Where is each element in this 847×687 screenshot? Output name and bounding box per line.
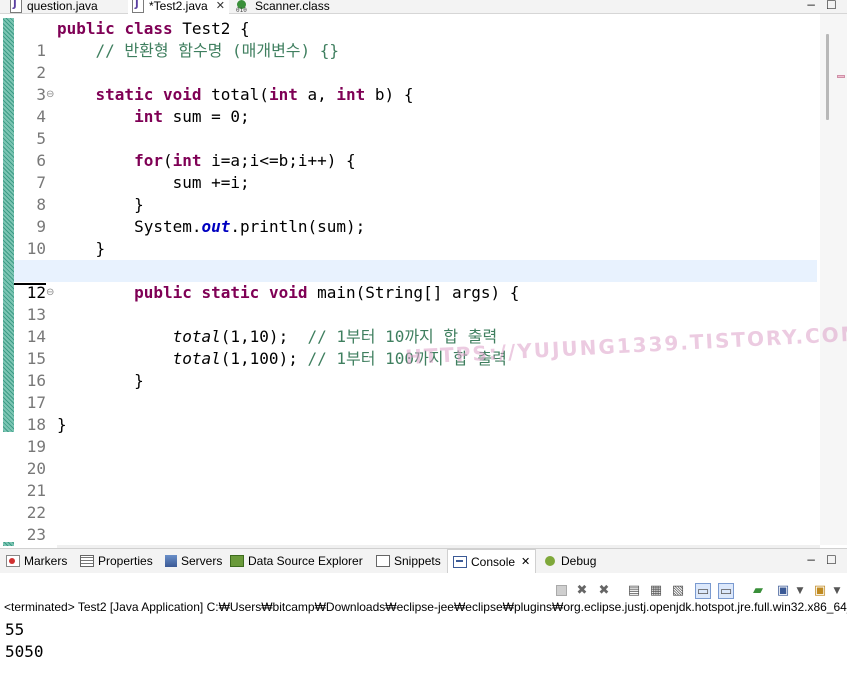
code-line: 5 int sum = 0; [36,107,250,148]
tab-label: question.java [27,0,98,13]
tab-debug[interactable]: Debug [543,549,596,573]
output-line: 5050 [5,642,44,661]
close-icon[interactable]: ✕ [216,0,225,12]
scroll-lock-icon[interactable]: ▦ [648,583,664,599]
java-file-icon [10,0,22,13]
open-console-icon[interactable]: ▣ [812,583,828,599]
output-line: 55 [5,620,25,639]
code-line: 11 } [27,239,106,280]
tab-scanner-class[interactable]: Scanner.class [236,0,330,14]
tab-label: *Test2.java [149,0,208,13]
code-line: 8 sum +=i; [36,173,250,214]
remove-all-terminated-icon[interactable]: ✖ [596,583,612,599]
debug-icon [543,555,557,567]
launch-status: <terminated> Test2 [Java Application] C:… [4,600,847,614]
code-line: 23 [26,525,46,544]
markers-icon [6,555,20,567]
minimize-button[interactable]: − [806,0,816,12]
fold-toggle-icon[interactable]: ⊖ [46,84,54,106]
code-line: 22 [26,503,46,522]
code-line: 19 } [26,415,67,456]
tab-question-java[interactable]: question.java [10,0,98,14]
pin-console-icon[interactable]: ▰ [750,583,766,599]
code-line: 18 [26,415,46,434]
show-on-stdout-icon[interactable]: ▭ [695,583,711,599]
remove-launch-icon[interactable]: ✖ [574,583,590,599]
tab-snippets[interactable]: Snippets [376,549,441,573]
vertical-scrollbar[interactable] [820,14,847,545]
tab-servers[interactable]: Servers [165,549,222,573]
chevron-down-icon[interactable]: ▼ [829,583,845,599]
show-on-stderr-icon[interactable]: ▭ [718,583,734,599]
code-editor[interactable]: 1 public class Test2 { 2 // 반환형 함수명 (매개변… [0,14,847,559]
current-line: 12 [14,260,817,302]
java-file-icon [132,0,144,13]
fold-toggle-icon[interactable]: ⊖ [46,282,54,304]
code-line: 20 [26,459,46,478]
code-line: 4 ⊖ static void total(int a, int b) { [36,84,414,126]
code-line: 9 } [36,195,144,236]
code-line: 17 } [26,371,144,412]
console-output[interactable]: 55 5050 [5,619,44,663]
tab-console[interactable]: Console ✕ [447,549,537,573]
editor-tab-bar: question.java *Test2.java ✕ Scanner.clas… [0,0,847,14]
tab-label: Scanner.class [255,0,330,13]
tab-test2-java[interactable]: *Test2.java ✕ [128,0,229,14]
word-wrap-icon[interactable]: ▧ [670,583,686,599]
console-panel: Markers Properties Servers Data Source E… [0,548,847,687]
code-line: 1 public class Test2 { [36,19,250,60]
code-line: 21 [26,481,46,500]
console-toolbar: ✖ ✖ ▤ ▦ ▧ ▭ ▭ ▰ ▣ ▼ ▣ ▼ [540,579,847,601]
terminate-icon[interactable] [556,585,567,596]
code-line: 6 [36,151,46,170]
code-line: 2 // 반환형 함수명 (매개변수) {} [36,41,340,82]
servers-icon [165,555,177,567]
properties-icon [80,555,94,567]
code-line: 14 [26,327,46,346]
maximize-button[interactable]: ☐ [826,0,837,12]
class-file-icon [236,0,250,14]
tab-properties[interactable]: Properties [80,549,153,573]
minimize-button[interactable]: − [806,553,816,567]
code-line: 3 [36,85,46,104]
overview-ruler-mark[interactable] [837,75,845,78]
clear-console-icon[interactable]: ▤ [626,583,642,599]
code-line: 13 ⊖ public static void main(String[] ar… [26,282,520,324]
display-console-icon[interactable]: ▣ [775,583,791,599]
tab-markers[interactable]: Markers [6,549,67,573]
scrollbar-thumb[interactable] [826,34,829,120]
code-line: 7 for(int i=a;i<=b;i++) { [36,151,356,192]
console-icon [453,555,467,568]
view-tab-bar: Markers Properties Servers Data Source E… [0,549,847,573]
tab-data-source-explorer[interactable]: Data Source Explorer [230,549,363,573]
maximize-button[interactable]: ☐ [826,553,837,567]
snippets-icon [376,555,390,567]
code-line: 10 System.out.println(sum); [26,217,366,258]
data-source-icon [230,555,244,567]
close-icon[interactable]: ✕ [521,555,530,568]
chevron-down-icon[interactable]: ▼ [792,583,808,599]
